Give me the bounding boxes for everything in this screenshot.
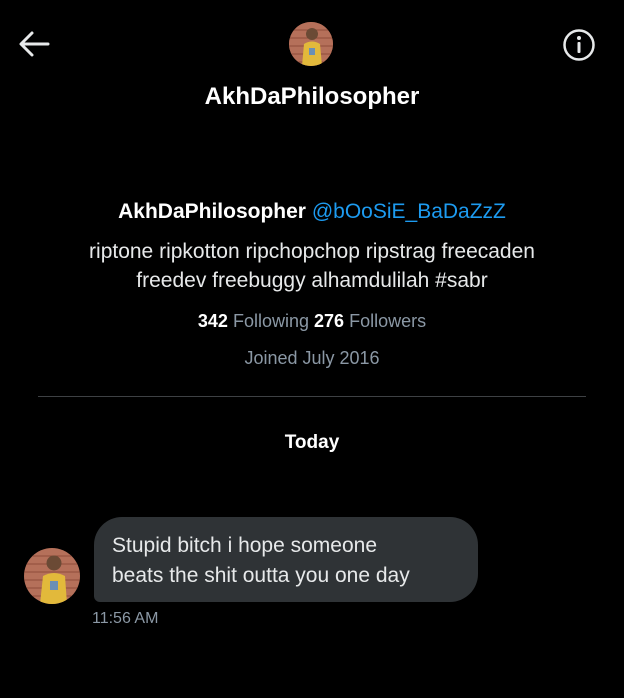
profile-handle[interactable]: @bOoSiE_BaDaZzZ: [312, 200, 506, 223]
avatar-image: [289, 22, 333, 66]
date-separator: Today: [284, 432, 340, 453]
followers-count: 276: [314, 311, 345, 331]
following-count: 342: [197, 311, 228, 331]
profile-stats: 342 Following 276 Followers: [0, 308, 624, 334]
back-button[interactable]: [14, 26, 54, 62]
sender-avatar[interactable]: [24, 548, 80, 604]
followers-link[interactable]: 276 Followers: [314, 311, 426, 331]
info-icon: [563, 29, 595, 61]
joined-date: Joined July 2016: [244, 348, 380, 368]
profile-bio: riptone ripkotton ripchopchop ripstrag f…: [40, 237, 584, 295]
bio-line: freedev freebuggy alhamdulilah #sabr: [136, 269, 488, 292]
message-bubble[interactable]: Stupid bitch i hope someone beats the sh…: [94, 517, 478, 602]
message-text-line: beats the shit outta you one day: [112, 564, 410, 587]
arrow-left-icon: [19, 31, 50, 57]
conversation-title: AkhDaPhilosopher: [204, 83, 420, 110]
profile-name[interactable]: AkhDaPhilosopher: [118, 200, 306, 223]
divider: [38, 396, 586, 397]
following-label: Following: [232, 311, 309, 331]
message-timestamp: 11:56 AM: [92, 610, 159, 627]
following-link[interactable]: 342 Following: [198, 311, 314, 331]
message-text-line: Stupid bitch i hope someone: [112, 534, 378, 557]
info-button[interactable]: [560, 26, 598, 64]
profile-summary[interactable]: AkhDaPhilosopher @bOoSiE_BaDaZzZ: [0, 198, 624, 226]
followers-label: Followers: [349, 311, 427, 331]
bio-line: riptone ripkotton ripchopchop ripstrag f…: [89, 240, 535, 263]
header-avatar[interactable]: [289, 22, 333, 66]
avatar-image: [24, 548, 80, 604]
